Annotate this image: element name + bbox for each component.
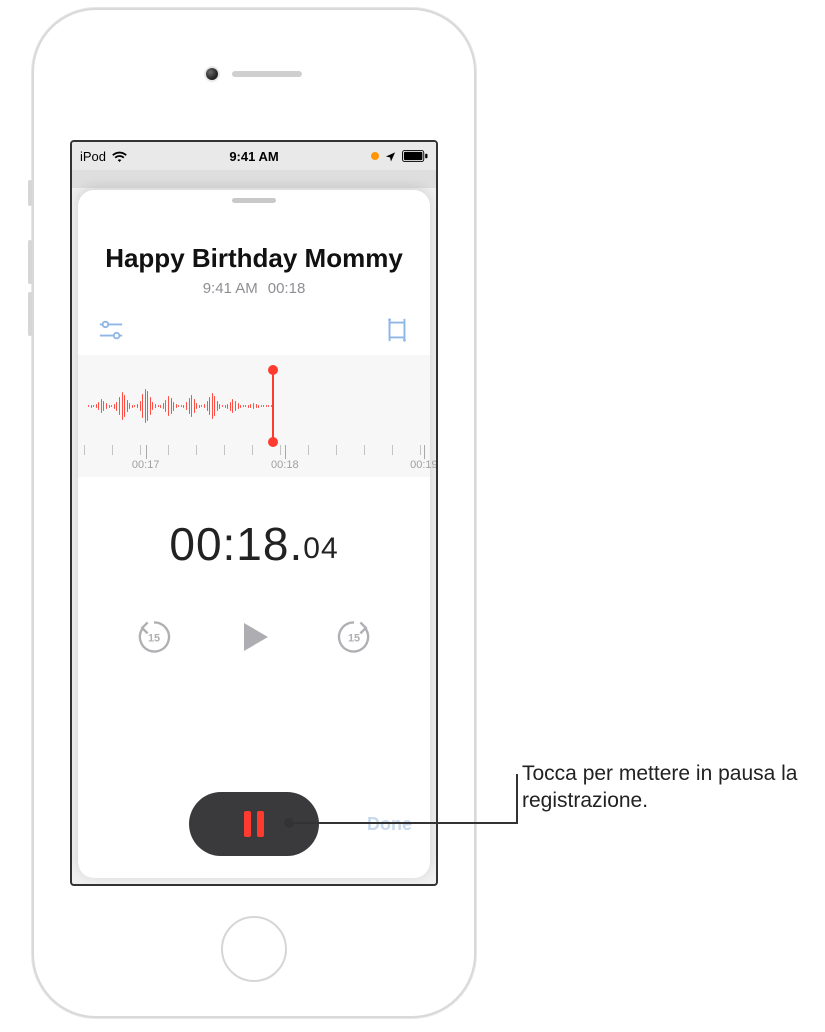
waveform-area: 00:1700:1800:19: [78, 355, 430, 477]
skip-fwd-num: 15: [348, 633, 360, 645]
elapsed-fraction: 04: [303, 532, 338, 565]
switch-silent: [28, 180, 32, 206]
recording-title[interactable]: Happy Birthday Mommy: [105, 243, 403, 274]
front-camera-icon: [206, 68, 218, 80]
done-button[interactable]: Done: [367, 814, 412, 835]
statusbar-left: iPod: [80, 149, 127, 164]
recording-duration-label: 00:18: [268, 280, 306, 297]
elapsed-time-label: 00:18.04: [169, 517, 338, 571]
trim-icon[interactable]: [382, 315, 412, 345]
device-frame: iPod 9:41 AM: [32, 8, 476, 1018]
status-bar: iPod 9:41 AM: [72, 142, 436, 170]
skip-forward-15-button[interactable]: 15: [332, 615, 376, 659]
sheet-grabber[interactable]: [232, 198, 276, 203]
battery-icon: [402, 150, 428, 162]
play-button[interactable]: [228, 611, 280, 663]
options-icon[interactable]: [96, 315, 126, 345]
callout-leader-line: [290, 822, 518, 824]
waveform: [78, 375, 272, 437]
wifi-icon: [112, 151, 127, 162]
callout-text: Tocca per mettere in pausa la registrazi…: [522, 760, 822, 815]
pause-recording-button[interactable]: [189, 792, 319, 856]
transport-controls: 15 15: [78, 611, 430, 663]
statusbar-right: [371, 150, 428, 162]
callout-leader-vert: [516, 774, 518, 824]
waveform-track[interactable]: [78, 375, 430, 437]
background-dim-strip: [72, 170, 436, 188]
camera-cluster: [206, 68, 302, 80]
playhead[interactable]: [272, 369, 274, 443]
time-ruler: 00:1700:1800:19: [78, 445, 430, 473]
screen: iPod 9:41 AM: [70, 140, 438, 886]
location-icon: [385, 151, 396, 162]
ruler-tick-label: 00:19: [410, 459, 438, 471]
ruler-tick-label: 00:18: [271, 459, 299, 471]
recording-time-label: 9:41 AM: [203, 280, 258, 297]
speaker-slot: [232, 71, 302, 77]
skip-back-num: 15: [148, 633, 160, 645]
tool-row: [78, 297, 430, 349]
ruler-tick-label: 00:17: [132, 459, 160, 471]
recording-sheet: Happy Birthday Mommy 9:41 AM 00:18: [78, 190, 430, 878]
carrier-label: iPod: [80, 149, 106, 164]
elapsed-seconds: 00:18: [169, 518, 289, 570]
bottom-bar: Done: [78, 778, 430, 878]
recording-privacy-dot-icon: [371, 152, 379, 160]
volume-up-btn: [28, 240, 32, 284]
pause-icon: [244, 811, 264, 837]
skip-back-15-button[interactable]: 15: [132, 615, 176, 659]
device-inner: iPod 9:41 AM: [44, 20, 464, 1006]
recording-subtitle: 9:41 AM 00:18: [203, 280, 306, 297]
home-button[interactable]: [221, 916, 287, 982]
volume-down-btn: [28, 292, 32, 336]
